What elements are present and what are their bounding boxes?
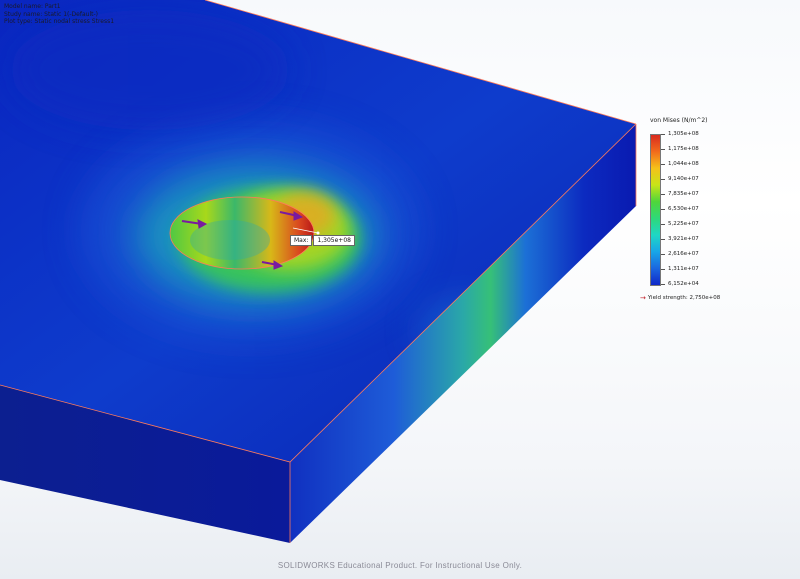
study-info: Model name: Part1 Study name: Static 1(-… — [4, 3, 114, 26]
legend-tick-label: 2,616e+07 — [668, 251, 699, 257]
hole — [169, 196, 315, 270]
legend-tick-mark — [661, 284, 665, 285]
legend-tick-mark — [661, 254, 665, 255]
legend-tick-label: 1,305e+08 — [668, 131, 699, 137]
legend-tick-mark — [661, 164, 665, 165]
legend-tick-mark — [661, 149, 665, 150]
legend-tick-mark — [661, 194, 665, 195]
probe-value: 1,305e+08 — [313, 234, 355, 246]
legend-tick-mark — [661, 224, 665, 225]
legend-tick-label: 9,140e+07 — [668, 176, 699, 182]
legend-tick-label: 6,530e+07 — [668, 206, 699, 212]
model-name: Model name: Part1 — [4, 3, 61, 10]
legend-title: von Mises (N/m^2) — [650, 117, 708, 124]
study-name: Study name: Static 1(-Default-) — [4, 10, 98, 18]
legend-tick-mark — [661, 269, 665, 270]
legend-tick-label: 3,921e+07 — [668, 236, 699, 242]
probe-label: Max: — [290, 234, 313, 246]
legend-tick-mark — [661, 134, 665, 135]
legend-tick-mark — [661, 179, 665, 180]
legend-tick-mark — [661, 239, 665, 240]
legend-tick-label: 6,152e+04 — [668, 281, 699, 287]
legend-tick-label: 1,311e+07 — [668, 266, 699, 272]
yield-strength-indicator: → Yield strength: 2,750e+08 — [640, 294, 720, 302]
legend-tick-label: 1,044e+08 — [668, 161, 699, 167]
legend-tick-label: 5,225e+07 — [668, 221, 699, 227]
legend-tick-mark — [661, 209, 665, 210]
watermark: SOLIDWORKS Educational Product. For Inst… — [277, 561, 523, 570]
legend-color-bar — [650, 134, 661, 286]
3d-viewport[interactable] — [0, 0, 800, 579]
legend-tick-label: 1,175e+08 — [668, 146, 699, 152]
legend-tick-label: 7,835e+07 — [668, 191, 699, 197]
yield-arrow-icon: → — [640, 294, 646, 302]
plot-type: Plot type: Static nodal stress Stress1 — [4, 18, 115, 25]
yield-strength-label: Yield strength: 2,750e+08 — [647, 295, 721, 301]
max-probe-label[interactable]: Max: 1,305e+08 — [290, 234, 355, 246]
